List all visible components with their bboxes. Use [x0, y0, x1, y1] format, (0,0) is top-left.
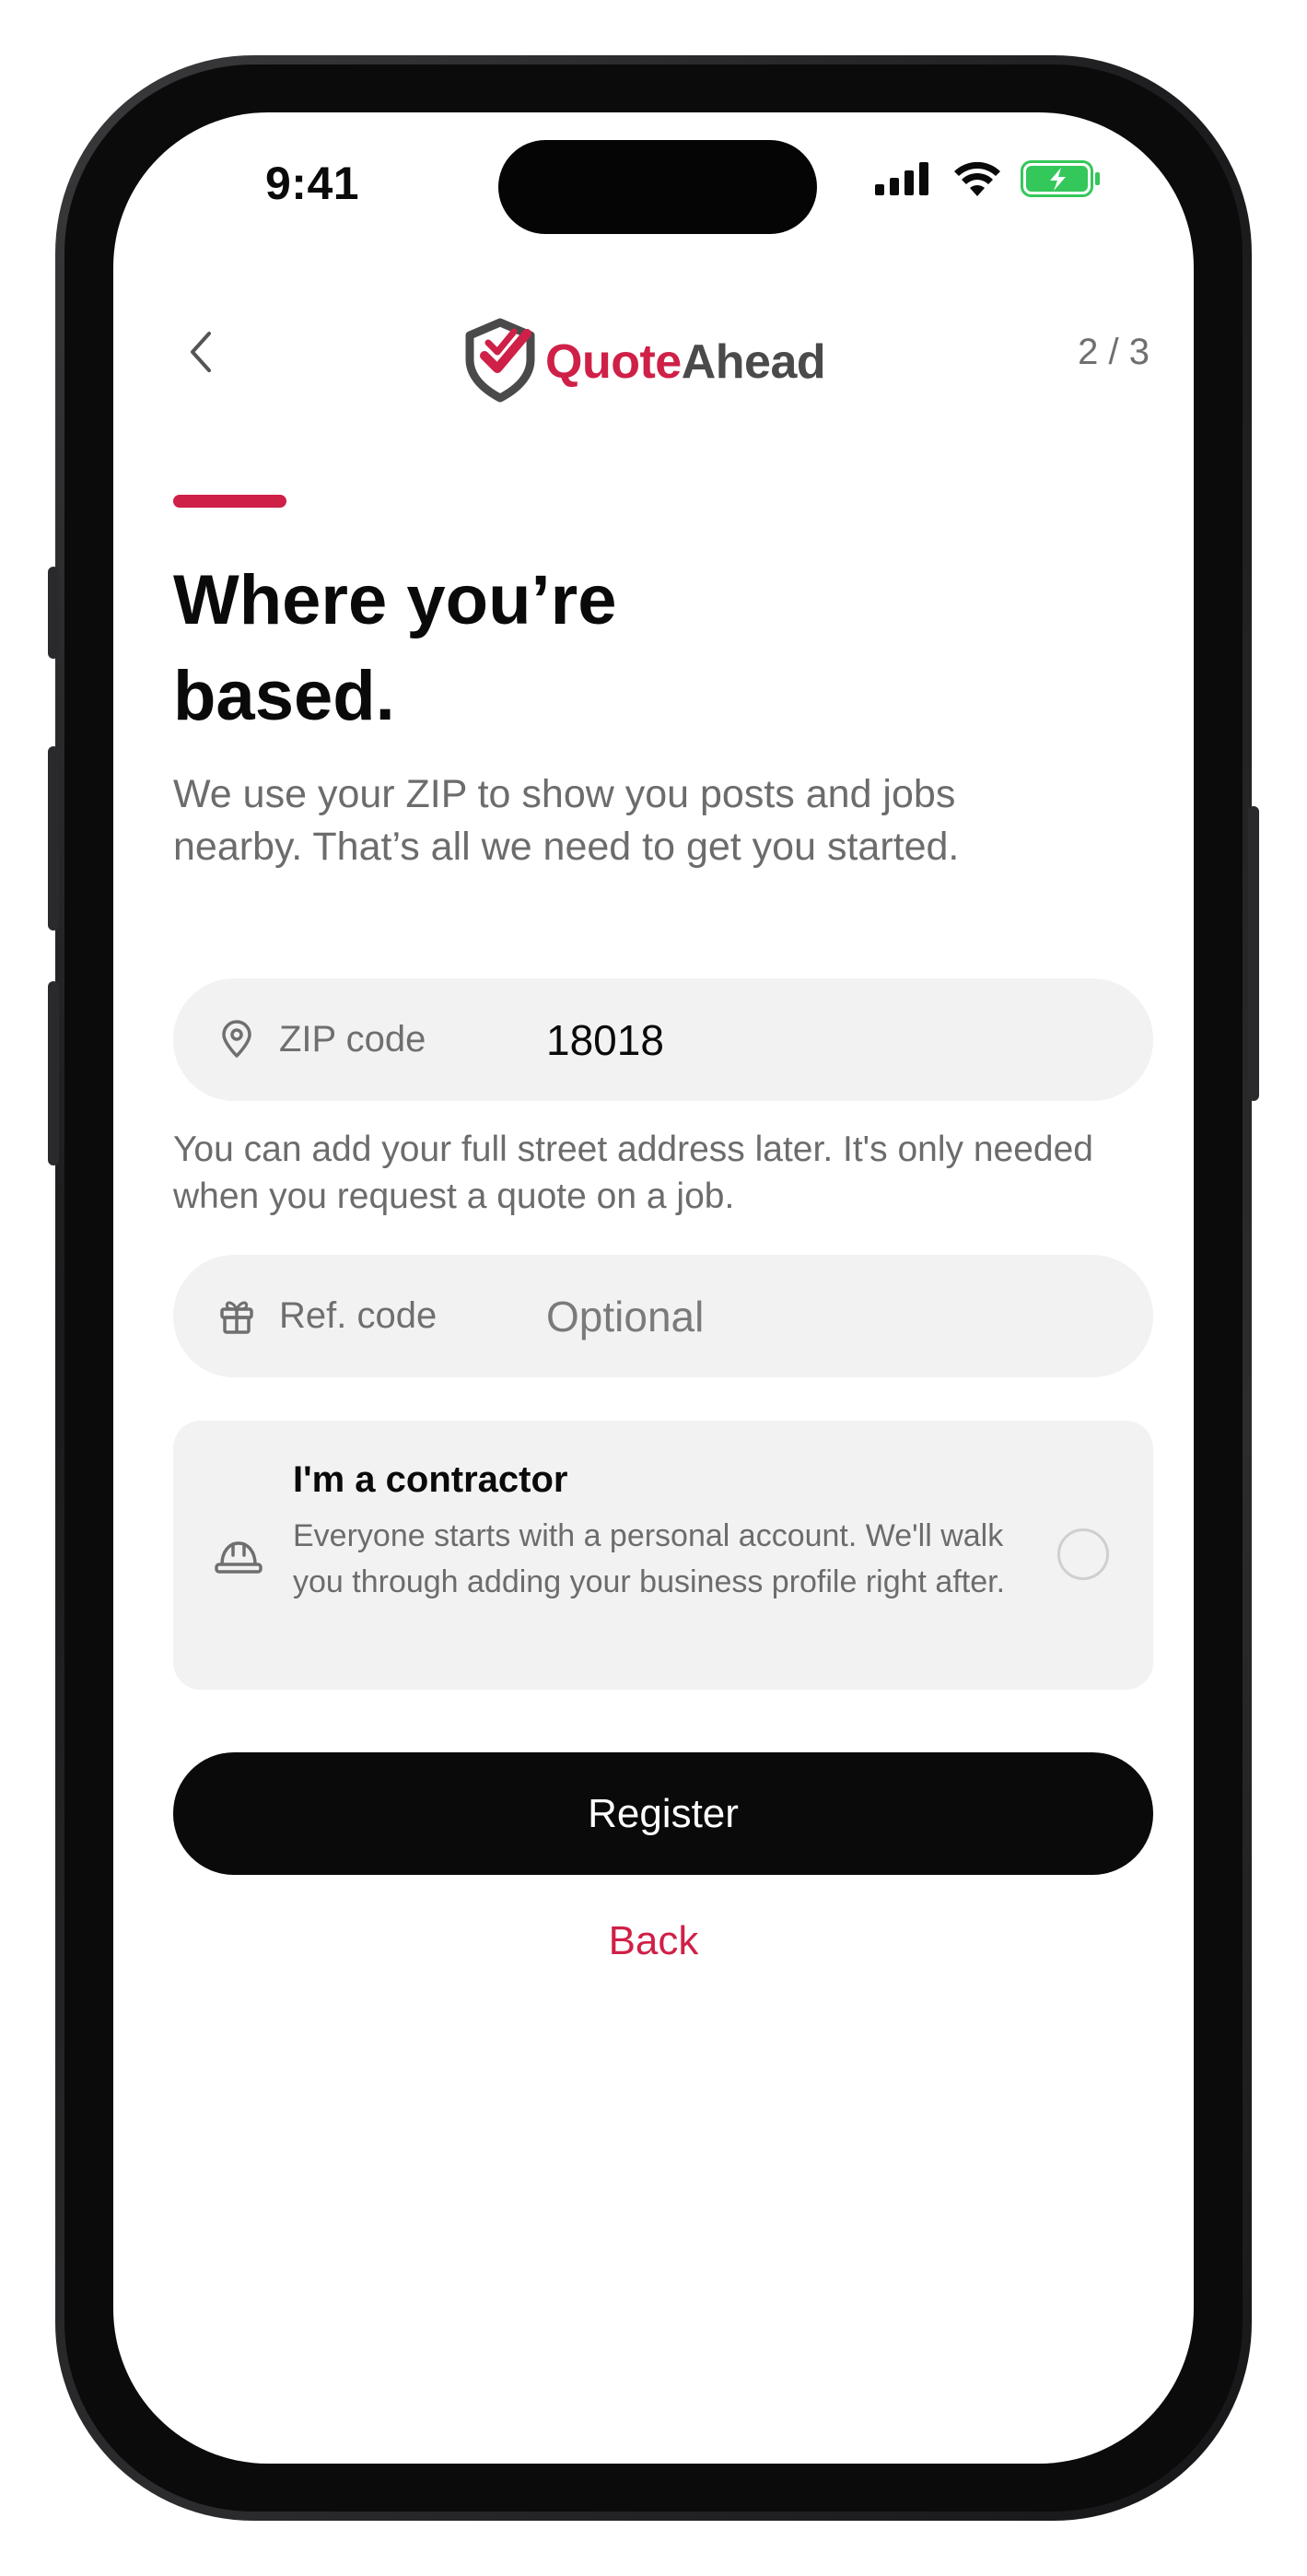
page-title: Where you’re based.: [173, 561, 617, 735]
register-button[interactable]: Register: [173, 1752, 1153, 1875]
hard-hat-icon: [214, 1531, 263, 1581]
logo-text-quote: Quote: [545, 334, 682, 389]
battery-charging-icon: [1021, 160, 1102, 202]
referral-code-input[interactable]: Optional: [546, 1292, 704, 1341]
gift-icon: [217, 1296, 256, 1335]
referral-code-label: Ref. code: [279, 1295, 438, 1336]
back-link[interactable]: Back: [113, 1918, 1194, 1964]
shield-check-logo-icon: [461, 315, 540, 408]
wifi-icon: [954, 161, 1000, 201]
location-pin-icon: [217, 1020, 256, 1059]
contractor-title: I'm a contractor: [293, 1459, 568, 1500]
progress-accent-bar: [173, 495, 286, 508]
chevron-left-icon[interactable]: [173, 324, 228, 380]
zip-code-label: ZIP code: [279, 1019, 426, 1060]
contractor-description: Everyone starts with a personal account.…: [293, 1518, 1006, 1599]
cellular-signal-icon: [875, 162, 934, 200]
contractor-option-card[interactable]: I'm a contractor Everyone starts with a …: [173, 1421, 1153, 1690]
app-screen: 9:41 QuoteAhead 2 / 3 Where you’re based…: [113, 112, 1194, 2464]
referral-code-field[interactable]: Ref. code Optional: [173, 1255, 1153, 1377]
action-button: [48, 567, 59, 659]
logo-text-ahead: Ahead: [681, 334, 826, 389]
contractor-radio[interactable]: [1057, 1528, 1109, 1580]
status-icons: [875, 160, 1102, 202]
volume-down-button: [48, 981, 59, 1165]
nav-header: QuoteAhead 2 / 3: [113, 297, 1194, 407]
dynamic-island: [498, 140, 817, 234]
logo-wordmark: QuoteAhead: [545, 334, 826, 390]
zip-code-field[interactable]: ZIP code 18018: [173, 978, 1153, 1101]
status-time: 9:41: [265, 158, 360, 209]
zip-code-value[interactable]: 18018: [546, 1015, 664, 1065]
power-button: [1248, 806, 1259, 1101]
step-counter: 2 / 3: [1078, 332, 1149, 372]
app-logo: QuoteAhead: [461, 315, 826, 408]
zip-helper-text: You can add your full street address lat…: [173, 1130, 1093, 1216]
volume-up-button: [48, 746, 59, 931]
page-subtitle: We use your ZIP to show you posts and jo…: [173, 772, 960, 869]
